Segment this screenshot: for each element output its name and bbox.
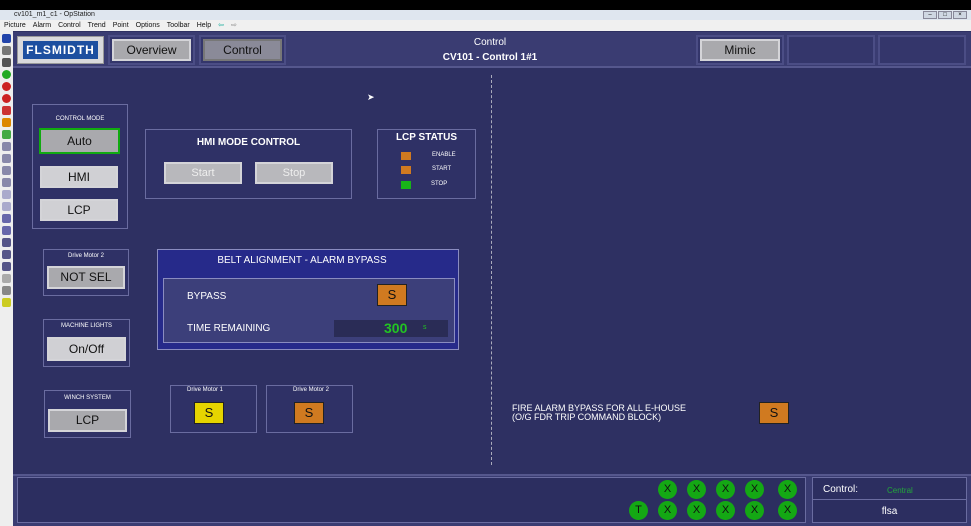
status-x-icon[interactable]: X [778,501,797,520]
divider [491,75,492,465]
enable-label: ENABLE [432,152,456,158]
header-empty-slot [878,35,966,65]
page-subtitle: CV101 - Control 1#1 [442,52,538,63]
status-x-icon[interactable]: X [687,501,706,520]
status-x-icon[interactable]: X [745,501,764,520]
drive-motor-2-status-label: Drive Motor 2 [292,387,329,393]
drive-motor-1-label: Drive Motor 1 [186,387,223,393]
close-button[interactable]: × [953,11,967,19]
status-x-icon[interactable]: X [658,480,677,499]
toolbar-icon[interactable] [2,250,11,259]
toolbar-icon[interactable] [2,82,11,91]
toolbar-icon[interactable] [2,214,11,223]
fire-alarm-bypass-button[interactable]: S [759,402,789,424]
lcp-status-title: LCP STATUS [395,132,458,143]
winch-system-label: WINCH SYSTEM [64,395,111,401]
machine-lights-label: MACHINE LIGHTS [60,323,112,329]
status-x-icon[interactable]: X [687,480,706,499]
minimize-button[interactable]: – [923,11,937,19]
time-remaining-label: TIME REMAINING [187,323,271,334]
toolbar-icon[interactable] [2,130,11,139]
menu-help[interactable]: Help [197,20,211,31]
time-remaining-display: 300 s [334,320,448,337]
time-remaining-unit: s [423,324,427,331]
stop-label: STOP [431,181,448,187]
toolbar-icon[interactable] [2,142,11,151]
hmi-mode-title: HMI MODE CONTROL [196,137,301,148]
forward-arrow-icon[interactable]: ⇨ [231,20,237,31]
stop-button[interactable]: Stop [255,162,333,184]
menu-trend[interactable]: Trend [88,20,106,31]
window-controls: – □ × [923,11,967,19]
winch-system-button[interactable]: LCP [48,409,127,432]
drive-motor-2-state[interactable]: S [294,402,324,424]
user-name: flsa [881,506,898,517]
menu-bar: Picture Alarm Control Trend Point Option… [0,20,971,31]
mouse-cursor-icon: ➤ [367,92,375,102]
toolbar-icon[interactable] [2,274,11,283]
toolbar-icon[interactable] [2,166,11,175]
print-icon[interactable] [2,46,11,55]
status-x-icon[interactable]: X [745,480,764,499]
left-toolbar [0,31,13,526]
page-title: Control [473,37,507,48]
toolbar-icon[interactable] [2,34,11,43]
bypass-label: BYPASS [187,291,227,302]
toolbar-icon[interactable] [2,238,11,247]
trend-icon[interactable] [2,190,11,199]
fire-alarm-label-2: (O/G FDR TRIP COMMAND BLOCK) [512,412,662,422]
bypass-state-button[interactable]: S [377,284,407,306]
toolbar-icon[interactable] [2,262,11,271]
start-button[interactable]: Start [164,162,242,184]
enable-indicator [401,152,411,160]
control-button[interactable]: Control [203,39,282,61]
auto-button[interactable]: Auto [39,128,120,154]
status-t-icon[interactable]: T [629,501,648,520]
drive-motor-2-select-button[interactable]: NOT SEL [47,266,125,289]
belt-alignment-title: BELT ALIGNMENT - ALARM BYPASS [217,255,387,266]
status-x-icon[interactable]: X [658,501,677,520]
menu-options[interactable]: Options [136,20,160,31]
toolbar-icon[interactable] [2,118,11,127]
start-label: START [432,166,452,172]
menu-picture[interactable]: Picture [4,20,26,31]
menu-alarm[interactable]: Alarm [33,20,51,31]
drive-motor-1-state[interactable]: S [194,402,224,424]
control-label: Control: [823,484,859,495]
lcp-button[interactable]: LCP [40,199,118,221]
trend-icon[interactable] [2,202,11,211]
footer-divider [812,499,967,500]
start-indicator [401,166,411,174]
machine-lights-button[interactable]: On/Off [47,337,126,361]
menu-point[interactable]: Point [113,20,129,31]
logo-text: FLSMIDTH [23,41,98,59]
toolbar-icon[interactable] [2,94,11,103]
hmi-button[interactable]: HMI [40,166,118,188]
back-arrow-icon[interactable]: ⇦ [218,20,224,31]
time-remaining-value: 300 [384,320,408,336]
stop-indicator [401,181,411,189]
toolbar-icon[interactable] [2,178,11,187]
drive-motor-2-label: Drive Motor 2 [67,253,104,259]
control-value: Central [887,486,913,495]
header-empty-slot [787,35,875,65]
flsmidth-logo: FLSMIDTH [17,36,104,64]
control-mode-label: CONTROL MODE [55,116,105,122]
toolbar-icon[interactable] [2,286,11,295]
mimic-button[interactable]: Mimic [700,39,780,61]
toolbar-icon[interactable] [2,70,11,79]
menu-toolbar[interactable]: Toolbar [167,20,190,31]
toolbar-icon[interactable] [2,154,11,163]
status-x-icon[interactable]: X [778,480,797,499]
window-title: cv101_m1_c1 - OpStation [0,10,971,20]
toolbar-icon[interactable] [2,58,11,67]
toolbar-icon[interactable] [2,226,11,235]
status-x-icon[interactable]: X [716,480,735,499]
menu-control[interactable]: Control [58,20,81,31]
maximize-button[interactable]: □ [938,11,952,19]
status-x-icon[interactable]: X [716,501,735,520]
overview-button[interactable]: Overview [112,39,191,61]
help-icon[interactable] [2,298,11,307]
toolbar-icon[interactable] [2,106,11,115]
